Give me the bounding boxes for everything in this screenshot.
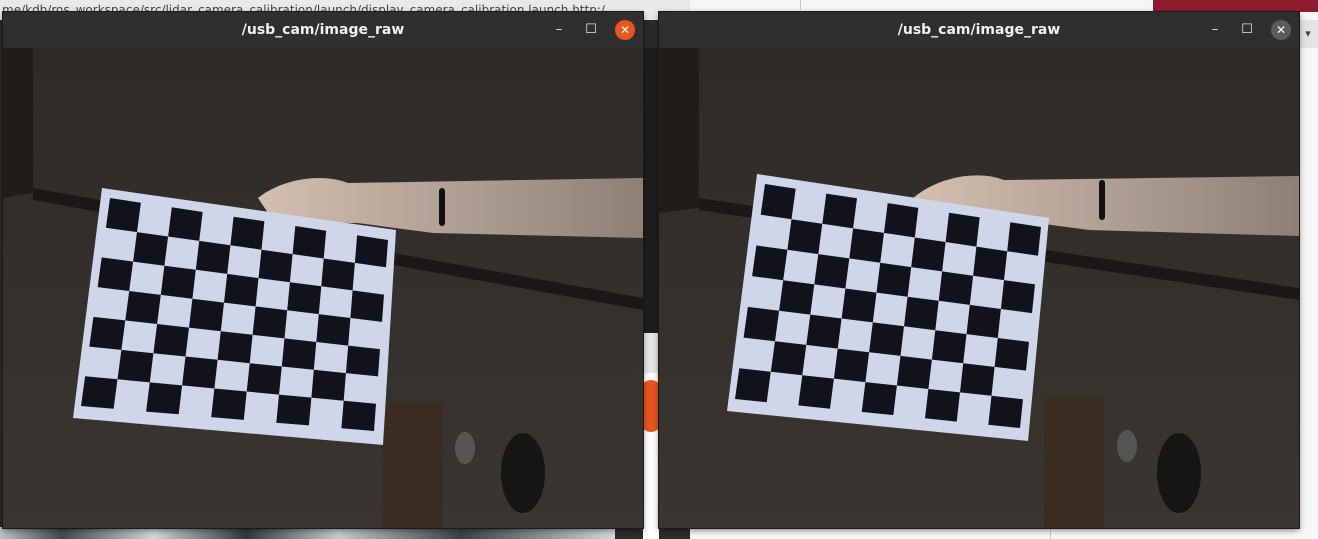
checker-square [798, 375, 834, 409]
checker-square [896, 355, 932, 389]
bag [501, 433, 545, 513]
image-window-right[interactable]: /usb_cam/image_raw – ☐ ✕ [659, 12, 1299, 528]
checker-square [806, 314, 842, 349]
checker-square [814, 254, 850, 289]
checker-square [311, 369, 346, 401]
checker-square [168, 207, 203, 241]
camera-frame [3, 48, 643, 528]
checker-square [945, 212, 980, 247]
object [1117, 430, 1137, 462]
checker-square [292, 226, 327, 259]
background-dark-panel [643, 48, 659, 333]
close-icon[interactable]: ✕ [1271, 20, 1291, 40]
minimize-icon[interactable]: – [549, 20, 569, 40]
checker-square [904, 296, 939, 331]
checker-square [182, 356, 218, 389]
checker-square [876, 262, 912, 297]
checker-square [195, 240, 231, 274]
checker-square [189, 298, 224, 332]
checker-square [925, 389, 960, 422]
background-thumbnail-strip [0, 527, 615, 539]
checker-square [833, 348, 870, 383]
doorframe [659, 48, 699, 213]
checker-square [350, 290, 384, 322]
furniture [383, 403, 443, 528]
background-divider [1050, 527, 1051, 539]
checker-square [994, 338, 1029, 371]
checker-square [117, 349, 154, 383]
checker-square [133, 232, 169, 266]
object [455, 432, 475, 464]
wristband [439, 188, 445, 226]
checker-square [779, 280, 815, 315]
checker-square [988, 395, 1023, 428]
background-dropdown-icon[interactable]: ▾ [1298, 20, 1318, 48]
furniture [1044, 398, 1104, 528]
checker-square [258, 249, 293, 283]
checker-square [252, 306, 288, 339]
checker-square [345, 345, 380, 377]
checker-square [146, 382, 183, 415]
window-title: /usb_cam/image_raw [241, 22, 405, 38]
window-title: /usb_cam/image_raw [897, 22, 1061, 38]
checker-square [743, 306, 780, 342]
checker-square [281, 338, 317, 370]
close-icon[interactable]: ✕ [615, 20, 635, 40]
doorframe [3, 48, 33, 198]
window-titlebar[interactable]: /usb_cam/image_raw – ☐ ✕ [659, 12, 1299, 48]
checker-square [105, 198, 141, 233]
checker-square [861, 382, 897, 416]
checker-square [287, 282, 322, 315]
camera-frame [659, 48, 1299, 528]
checker-square [321, 258, 355, 291]
maximize-icon[interactable]: ☐ [1237, 20, 1257, 40]
checker-square [973, 246, 1008, 281]
checker-square [735, 368, 771, 403]
checker-square [931, 330, 967, 364]
checker-square [160, 265, 196, 299]
background-divider [800, 0, 801, 10]
background-grey-panel [643, 333, 659, 373]
checker-square [938, 271, 974, 305]
checker-square [153, 324, 189, 357]
checker-square [211, 388, 247, 420]
checker-square [354, 235, 388, 268]
checker-square [276, 394, 312, 426]
camera-feed-image [659, 48, 1299, 528]
checker-square [752, 245, 788, 281]
checker-square [230, 216, 265, 250]
image-window-left[interactable]: /usb_cam/image_raw – ☐ ✕ [3, 12, 643, 528]
checker-square [760, 184, 796, 220]
window-titlebar[interactable]: /usb_cam/image_raw – ☐ ✕ [3, 12, 643, 48]
checker-square [125, 291, 161, 324]
checker-square [246, 363, 282, 395]
camera-feed-image [3, 48, 643, 528]
checker-square [1000, 280, 1035, 314]
checker-square [217, 331, 253, 364]
checker-square [841, 288, 877, 323]
checker-square [822, 193, 857, 229]
checker-square [770, 341, 807, 376]
checker-square [884, 203, 919, 238]
checker-square [341, 400, 376, 431]
checker-square [89, 316, 126, 350]
checker-square [1007, 222, 1041, 256]
checker-square [81, 376, 118, 409]
checker-square [966, 304, 1001, 338]
checker-square [911, 237, 946, 272]
checker-square [849, 228, 884, 263]
background-red-strip [1153, 0, 1318, 12]
checker-square [960, 363, 995, 396]
bag [1157, 433, 1201, 513]
checker-square [869, 322, 904, 356]
checker-square [97, 257, 134, 291]
maximize-icon[interactable]: ☐ [581, 20, 601, 40]
checker-square [316, 314, 351, 346]
minimize-icon[interactable]: – [1205, 20, 1225, 40]
checker-square [787, 219, 823, 255]
wristband [1099, 180, 1105, 220]
checker-square [224, 273, 259, 307]
